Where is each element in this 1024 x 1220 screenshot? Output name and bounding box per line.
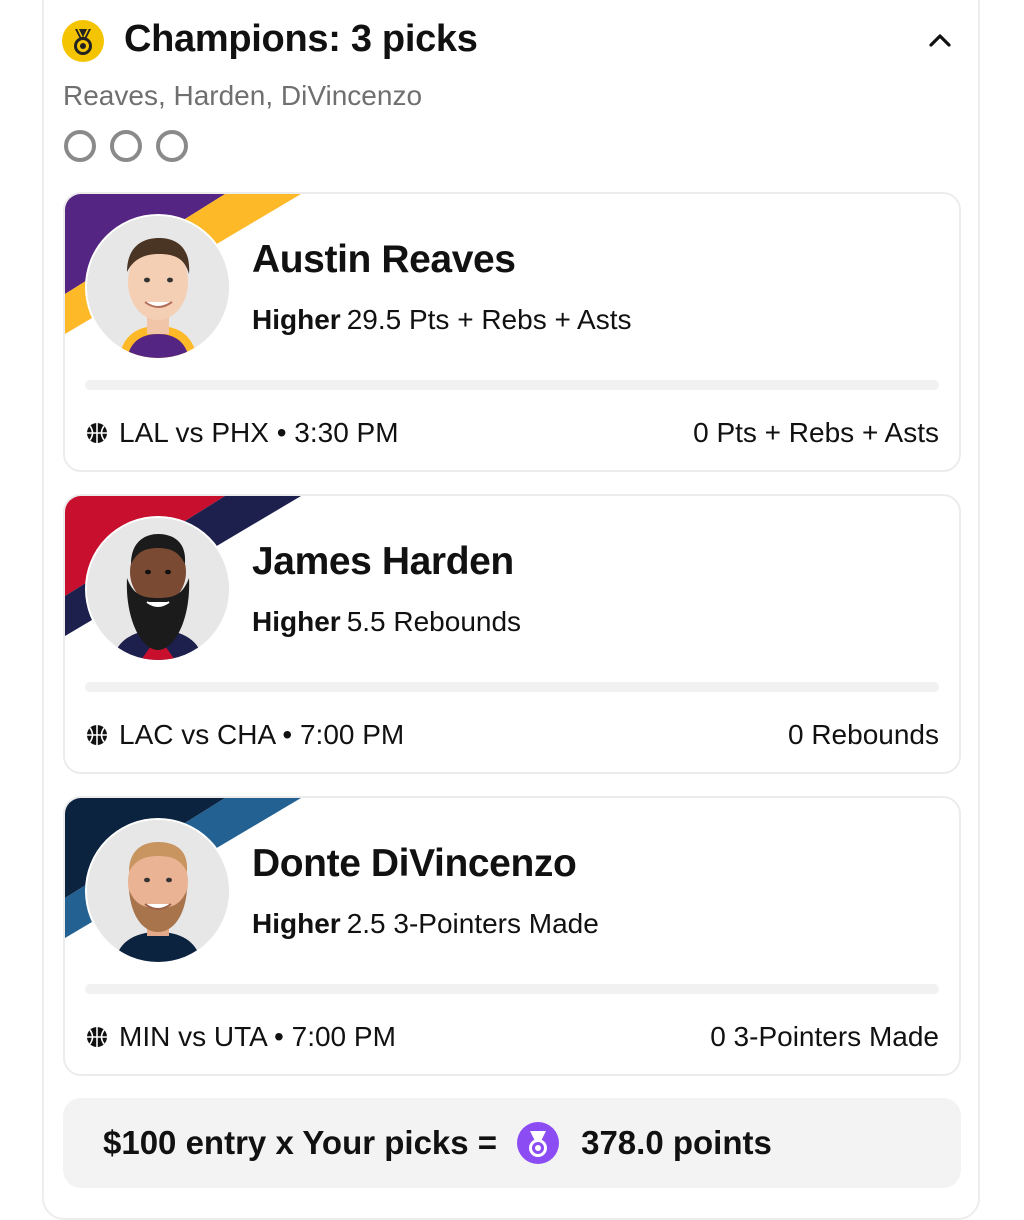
pick-status-circles bbox=[64, 130, 188, 162]
pick-stat-line: 2.5 3-Pointers Made bbox=[346, 908, 599, 939]
game-matchup-time: LAC vs CHA • 7:00 PM bbox=[119, 719, 405, 750]
pick-stat-line: 29.5 Pts + Rebs + Asts bbox=[346, 304, 632, 335]
pick-line: Higher 2.5 3-Pointers Made bbox=[252, 908, 599, 940]
pick-card[interactable]: Austin Reaves Higher 29.5 Pts + Rebs + As… bbox=[63, 192, 961, 472]
basketball-icon bbox=[85, 421, 109, 445]
player-name: Austin Reaves bbox=[252, 238, 516, 281]
status-circle bbox=[156, 130, 188, 162]
pick-footer: MIN vs UTA • 7:00 PM 0 3-Pointers Made bbox=[85, 1018, 939, 1056]
pick-footer: LAC vs CHA • 7:00 PM 0 Rebounds bbox=[85, 716, 939, 754]
player-name: Donte DiVincenzo bbox=[252, 842, 577, 885]
payout-formula: $100 entry x Your picks = bbox=[103, 1124, 498, 1161]
basketball-icon bbox=[85, 723, 109, 747]
players-summary: Reaves, Harden, DiVincenzo bbox=[63, 80, 423, 111]
current-stat: 0 Rebounds bbox=[787, 719, 939, 750]
payout-summary: $100 entry x Your picks = 378.0 points bbox=[63, 1098, 961, 1188]
basketball-icon bbox=[85, 1025, 109, 1049]
pick-line: Higher 29.5 Pts + Rebs + Asts bbox=[252, 304, 632, 336]
pick-footer: LAL vs PHX • 3:30 PM 0 Pts + Rebs + Asts bbox=[85, 414, 939, 452]
payout-points: 378.0 points bbox=[581, 1124, 772, 1161]
game-info: LAC vs CHA • 7:00 PM bbox=[85, 719, 404, 751]
entry-header: Champions: 3 picks bbox=[62, 14, 960, 68]
game-info: LAL vs PHX • 3:30 PM bbox=[85, 417, 399, 449]
points-medal-icon bbox=[517, 1122, 560, 1164]
current-stat: 0 3-Pointers Made bbox=[710, 1021, 939, 1052]
pick-direction: Higher bbox=[252, 908, 341, 939]
player-name: James Harden bbox=[252, 540, 514, 583]
current-stat: 0 Pts + Rebs + Asts bbox=[693, 417, 939, 448]
pick-card[interactable]: James Harden Higher 5.5 Rebounds LAC vs C… bbox=[63, 494, 961, 774]
medal-icon bbox=[62, 20, 104, 62]
progress-track bbox=[85, 984, 939, 994]
game-matchup-time: MIN vs UTA • 7:00 PM bbox=[119, 1021, 396, 1052]
entry-title: Champions: 3 picks bbox=[124, 18, 478, 60]
pick-line: Higher 5.5 Rebounds bbox=[252, 606, 521, 638]
status-circle bbox=[64, 130, 96, 162]
pick-stat-line: 5.5 Rebounds bbox=[346, 606, 522, 637]
game-info: MIN vs UTA • 7:00 PM bbox=[85, 1021, 396, 1053]
pick-card[interactable]: Donte DiVincenzo Higher 2.5 3-Pointers Ma… bbox=[63, 796, 961, 1076]
avatar bbox=[85, 516, 231, 662]
game-matchup-time: LAL vs PHX • 3:30 PM bbox=[119, 417, 399, 448]
pick-direction: Higher bbox=[252, 606, 341, 637]
progress-track bbox=[85, 682, 939, 692]
chevron-up-icon[interactable] bbox=[920, 20, 960, 60]
progress-track bbox=[85, 380, 939, 390]
pick-direction: Higher bbox=[252, 304, 341, 335]
avatar bbox=[85, 214, 231, 360]
status-circle bbox=[110, 130, 142, 162]
avatar bbox=[85, 818, 231, 964]
